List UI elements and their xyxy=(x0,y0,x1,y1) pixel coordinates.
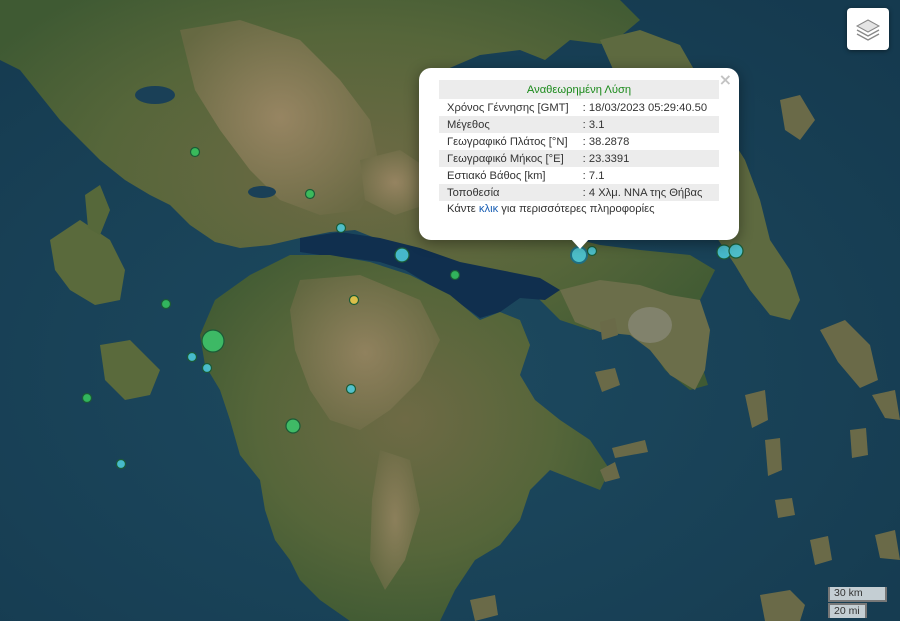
earthquake-marker[interactable] xyxy=(201,362,213,374)
earthquake-marker[interactable] xyxy=(304,188,316,200)
layers-icon xyxy=(855,19,881,41)
event-info-popup: × Αναθεωρημένη Λύση Χρόνος Γέννησης [GMT… xyxy=(419,68,739,240)
layers-toggle-button[interactable] xyxy=(847,8,889,50)
popup-close-button[interactable]: × xyxy=(719,72,732,88)
more-info-text: Κάντε κλικ για περισσότερες πληροφορίες xyxy=(439,201,719,215)
amvrakikos-gulf xyxy=(135,86,175,104)
more-info-link[interactable]: κλικ xyxy=(479,203,498,215)
detail-value: : 4 Χλμ. ΝΝΑ της Θήβας xyxy=(580,184,719,201)
athens-urban xyxy=(628,307,672,343)
earthquake-marker[interactable] xyxy=(348,294,360,306)
detail-label: Γεωγραφικό Πλάτος [°N] xyxy=(447,135,568,148)
earthquake-marker[interactable] xyxy=(186,351,198,363)
earthquake-marker[interactable] xyxy=(345,383,357,395)
popup-header-row: Αναθεωρημένη Λύση xyxy=(439,80,719,99)
detail-label: Γεωγραφικό Μήκος [°E] xyxy=(439,150,581,167)
detail-row: Εστιακό Βάθος [km] : 7.1 xyxy=(439,167,719,184)
detail-value: : 7.1 xyxy=(582,169,605,182)
earthquake-marker[interactable] xyxy=(201,329,225,353)
detail-label: Χρόνος Γέννησης [GMT] xyxy=(447,101,569,114)
detail-value: : 23.3391 xyxy=(580,150,719,167)
scale-bar-km: 30 km xyxy=(828,587,887,602)
earthquake-marker[interactable] xyxy=(394,247,410,263)
earthquake-marker[interactable] xyxy=(81,392,93,404)
detail-value: : 18/03/2023 05:29:40.50 xyxy=(582,101,708,114)
earthquake-marker[interactable] xyxy=(285,418,301,434)
detail-value: : 3.1 xyxy=(580,116,719,133)
earthquake-marker[interactable] xyxy=(189,146,201,158)
detail-row: Μέγεθος : 3.1 xyxy=(439,116,719,133)
earthquake-marker[interactable] xyxy=(115,458,127,470)
earthquake-marker[interactable] xyxy=(160,298,172,310)
earthquake-marker[interactable] xyxy=(335,222,347,234)
scale-bar-mi: 20 mi xyxy=(828,603,867,618)
more-info-suffix: για περισσότερες πληροφορίες xyxy=(501,203,655,215)
detail-row: Χρόνος Γέννησης [GMT] : 18/03/2023 05:29… xyxy=(439,99,719,116)
kythnos xyxy=(765,438,782,476)
earthquake-marker[interactable] xyxy=(728,243,744,259)
popup-header: Αναθεωρημένη Λύση xyxy=(439,80,719,99)
detail-row: Τοποθεσία : 4 Χλμ. ΝΝΑ της Θήβας xyxy=(439,184,719,201)
more-info-prefix: Κάντε xyxy=(447,203,476,215)
serifos xyxy=(775,498,795,518)
earthquake-marker[interactable] xyxy=(449,269,461,281)
syros xyxy=(850,428,868,458)
detail-row: Γεωγραφικό Πλάτος [°N] : 38.2878 xyxy=(439,133,719,150)
detail-label: Μέγεθος xyxy=(439,116,581,133)
detail-label: Τοποθεσία xyxy=(439,184,581,201)
event-details-table: Αναθεωρημένη Λύση Χρόνος Γέννησης [GMT] … xyxy=(439,80,719,201)
detail-row: Γεωγραφικό Μήκος [°E] : 23.3391 xyxy=(439,150,719,167)
detail-label: Εστιακό Βάθος [km] xyxy=(447,169,546,182)
earthquake-marker[interactable] xyxy=(570,246,588,264)
detail-value: : 38.2878 xyxy=(582,135,630,148)
popup-tip xyxy=(570,238,590,249)
lake-trichonida xyxy=(248,186,276,198)
